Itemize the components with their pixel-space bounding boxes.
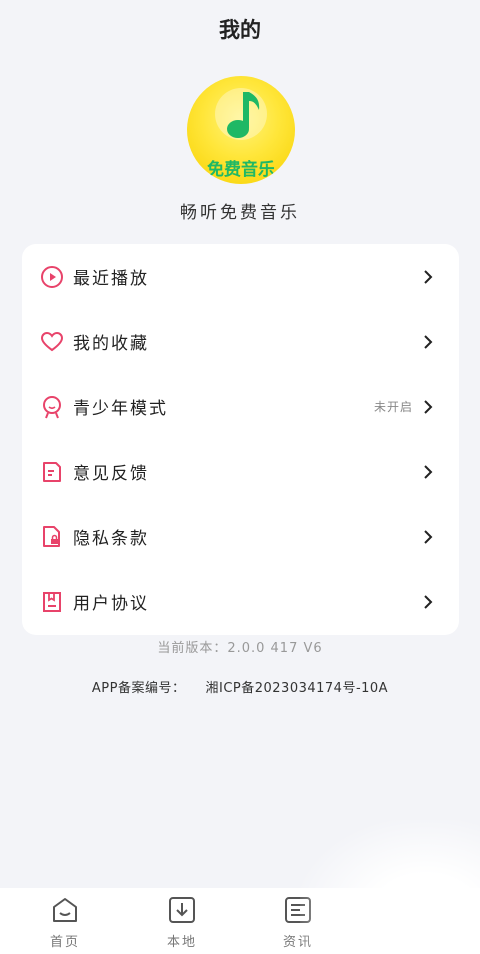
icp-number: 湘ICP备2023034174号-10A xyxy=(205,681,389,696)
play-circle-icon xyxy=(40,265,64,289)
menu-item-user-agreement[interactable]: 用户协议 xyxy=(22,569,459,634)
tab-home[interactable]: 首页 xyxy=(30,888,100,954)
logo-text: 免费音乐 xyxy=(207,160,275,180)
menu-item-label: 最近播放 xyxy=(73,269,149,289)
tab-news[interactable]: 资讯 xyxy=(263,888,333,954)
chevron-right-icon xyxy=(423,529,433,545)
youth-mode-status: 未开启 xyxy=(373,400,413,414)
menu-item-feedback[interactable]: 意见反馈 xyxy=(22,439,459,504)
news-icon xyxy=(284,896,312,924)
chevron-right-icon xyxy=(423,334,433,350)
privacy-icon xyxy=(40,525,64,549)
tab-local[interactable]: 本地 xyxy=(147,888,217,954)
icp-label: APP备案编号： xyxy=(91,681,186,696)
chevron-right-icon xyxy=(423,464,433,480)
menu-item-youth-mode[interactable]: 青少年模式 未开启 xyxy=(22,374,459,439)
youth-mode-icon xyxy=(40,395,64,419)
bottom-tab-bar: 首页 本地 资讯 xyxy=(0,888,480,954)
menu-card: 最近播放 我的收藏 青少年模式 未开启 意见反馈 隐私条款 用户协议 xyxy=(22,244,459,635)
chevron-right-icon xyxy=(423,269,433,285)
feedback-icon xyxy=(40,460,64,484)
menu-item-recent-play[interactable]: 最近播放 xyxy=(22,244,459,309)
home-icon xyxy=(51,896,79,924)
heart-icon xyxy=(40,330,64,354)
tab-label: 首页 xyxy=(49,935,80,950)
menu-item-label: 我的收藏 xyxy=(73,334,149,354)
app-version: 当前版本：2.0.0 417 V6 xyxy=(157,641,323,656)
menu-item-label: 意见反馈 xyxy=(73,464,149,484)
menu-item-label: 用户协议 xyxy=(73,594,149,614)
menu-item-favorites[interactable]: 我的收藏 xyxy=(22,309,459,374)
app-slogan: 畅听免费音乐 xyxy=(180,203,300,223)
app-logo: 免费音乐 xyxy=(187,76,295,184)
menu-item-label: 青少年模式 xyxy=(73,399,168,419)
chevron-right-icon xyxy=(423,594,433,610)
page-title: 我的 xyxy=(219,18,261,42)
tab-label: 资讯 xyxy=(282,935,313,950)
tab-label: 本地 xyxy=(166,935,197,950)
icp-record: APP备案编号： 湘ICP备2023034174号-10A xyxy=(0,677,480,696)
logo-circle: 免费音乐 xyxy=(187,76,295,184)
menu-item-privacy[interactable]: 隐私条款 xyxy=(22,504,459,569)
download-icon xyxy=(168,896,196,924)
menu-item-label: 隐私条款 xyxy=(73,529,149,549)
music-note-icon xyxy=(215,88,267,140)
agreement-icon xyxy=(40,590,64,614)
chevron-right-icon xyxy=(423,399,433,415)
